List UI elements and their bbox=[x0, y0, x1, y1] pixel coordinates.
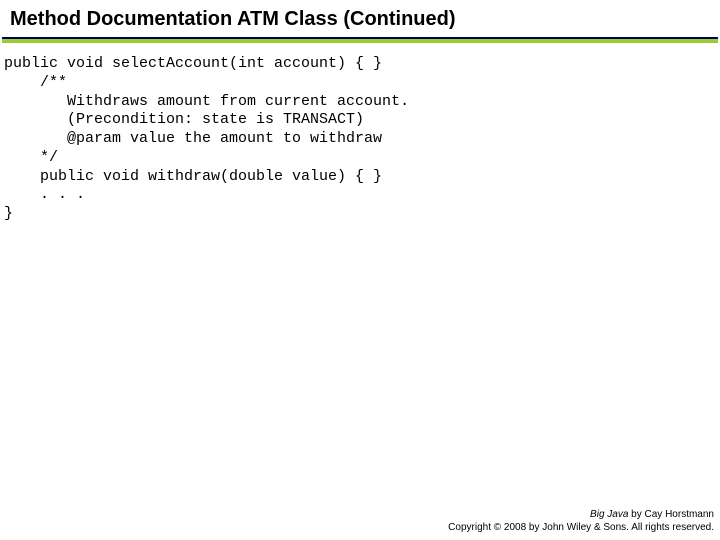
footer-copyright: Copyright © 2008 by John Wiley & Sons. A… bbox=[448, 521, 714, 534]
code-block: public void selectAccount(int account) {… bbox=[0, 55, 720, 224]
code-line: . . . bbox=[4, 186, 85, 203]
slide-title: Method Documentation ATM Class (Continue… bbox=[10, 8, 710, 31]
code-line: Withdraws amount from current account. bbox=[4, 93, 409, 110]
code-line: */ bbox=[4, 149, 58, 166]
footer: Big Java by Cay Horstmann Copyright © 20… bbox=[448, 508, 714, 534]
code-line: public void selectAccount(int account) {… bbox=[4, 55, 382, 72]
code-line: /** bbox=[4, 74, 67, 91]
code-line: (Precondition: state is TRANSACT) bbox=[4, 111, 364, 128]
code-line: } bbox=[4, 205, 13, 222]
code-line: public void withdraw(double value) { } bbox=[4, 168, 382, 185]
footer-book: Big Java bbox=[590, 509, 628, 520]
code-line: @param value the amount to withdraw bbox=[4, 130, 382, 147]
footer-author: by Cay Horstmann bbox=[628, 509, 714, 520]
title-rule-accent bbox=[2, 39, 718, 43]
